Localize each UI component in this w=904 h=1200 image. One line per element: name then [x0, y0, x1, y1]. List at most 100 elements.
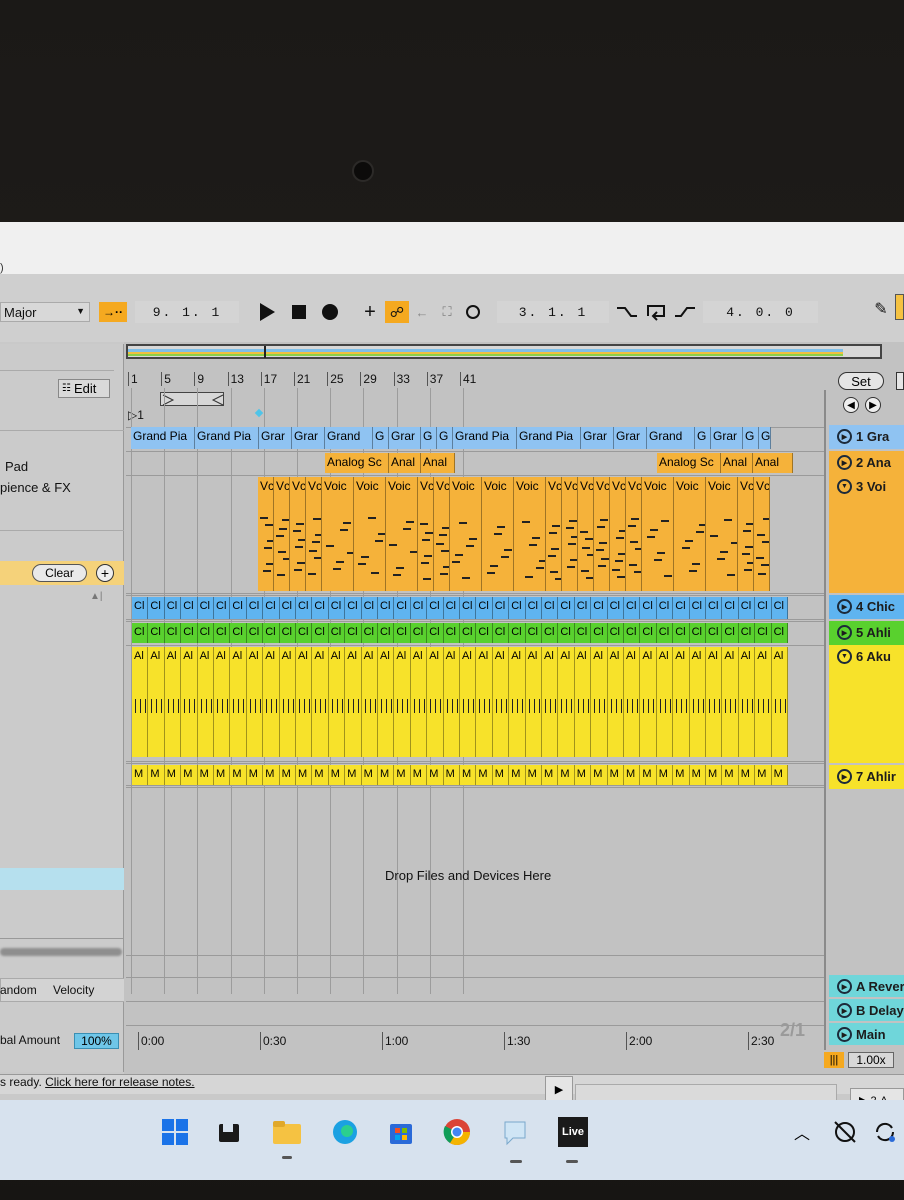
midi-clip[interactable]: Grand Pia: [195, 427, 259, 449]
clip[interactable]: M: [197, 765, 214, 785]
clip[interactable]: Cl: [197, 597, 214, 619]
clip[interactable]: Cl: [607, 597, 624, 619]
clip[interactable]: Al: [427, 647, 444, 757]
midi-clip[interactable]: Vc: [610, 477, 626, 591]
clip[interactable]: Al: [345, 647, 362, 757]
clip[interactable]: Cl: [246, 623, 264, 643]
clip[interactable]: Cl: [689, 597, 706, 619]
midi-clip[interactable]: Vc: [578, 477, 594, 591]
clip[interactable]: Cl: [460, 597, 477, 619]
store-icon[interactable]: [384, 1115, 418, 1149]
clip[interactable]: Cl: [214, 623, 231, 643]
clip[interactable]: Cl: [624, 623, 641, 643]
clip[interactable]: Al: [394, 647, 411, 757]
midi-clip[interactable]: Anal: [389, 453, 421, 473]
midi-clip[interactable]: Voic: [322, 477, 354, 591]
clip[interactable]: Cl: [328, 623, 346, 643]
clip[interactable]: Al: [624, 647, 641, 757]
clip[interactable]: Cl: [181, 623, 198, 643]
clip[interactable]: Al: [673, 647, 690, 757]
midi-clip[interactable]: Vc: [546, 477, 562, 591]
return-track-head[interactable]: ▶ A Rever: [829, 975, 904, 997]
track-fold-icon[interactable]: ▶: [837, 625, 852, 640]
midi-clip[interactable]: Grar: [711, 427, 743, 449]
clip[interactable]: M: [279, 765, 296, 785]
clip[interactable]: M: [460, 765, 477, 785]
track-head[interactable]: ▶ 2 Ana: [829, 451, 904, 475]
clip[interactable]: Al: [689, 647, 706, 757]
midi-clip[interactable]: Voic: [514, 477, 546, 591]
clip[interactable]: Al: [574, 647, 592, 757]
midi-clip[interactable]: Vc: [594, 477, 610, 591]
midi-clip[interactable]: Anal: [753, 453, 793, 473]
clip[interactable]: Cl: [410, 623, 428, 643]
midi-clip[interactable]: Vc: [562, 477, 578, 591]
clip[interactable]: Al: [558, 647, 575, 757]
clip[interactable]: Al: [525, 647, 542, 757]
clip[interactable]: Cl: [722, 597, 739, 619]
clip[interactable]: Cl: [279, 623, 296, 643]
midi-clip[interactable]: Voic: [354, 477, 386, 591]
clip[interactable]: Al: [492, 647, 510, 757]
midi-clip[interactable]: Grar: [389, 427, 421, 449]
release-notes-link[interactable]: Click here for release notes.: [45, 1075, 194, 1089]
clip[interactable]: Cl: [312, 597, 329, 619]
chrome-icon[interactable]: [440, 1115, 474, 1149]
track-head[interactable]: ▼ 6 Aku: [829, 645, 904, 763]
clip[interactable]: Cl: [345, 597, 362, 619]
midi-clip[interactable]: Grand: [647, 427, 695, 449]
clip[interactable]: Cl: [460, 623, 477, 643]
midi-clip[interactable]: Vc: [258, 477, 274, 591]
clip[interactable]: Cl: [345, 623, 362, 643]
clip[interactable]: Cl: [296, 623, 313, 643]
midi-clip[interactable]: Grar: [292, 427, 325, 449]
play-preview-icon[interactable]: ▶: [545, 1076, 573, 1102]
clip[interactable]: M: [542, 765, 559, 785]
clip[interactable]: M: [328, 765, 346, 785]
clip[interactable]: M: [164, 765, 182, 785]
clip[interactable]: Al: [328, 647, 346, 757]
clip[interactable]: Cl: [591, 597, 608, 619]
midi-clip[interactable]: G: [421, 427, 437, 449]
clip[interactable]: Cl: [738, 597, 756, 619]
clip[interactable]: M: [656, 765, 674, 785]
clip[interactable]: Cl: [509, 623, 526, 643]
clip[interactable]: Al: [197, 647, 214, 757]
clip[interactable]: Cl: [542, 623, 559, 643]
clip[interactable]: Cl: [755, 597, 772, 619]
midi-clip[interactable]: G: [759, 427, 771, 449]
clip[interactable]: Cl: [164, 623, 182, 643]
messaging-icon[interactable]: [498, 1115, 532, 1149]
clip[interactable]: Cl: [394, 597, 411, 619]
clip[interactable]: M: [591, 765, 608, 785]
midi-clip[interactable]: Grar: [614, 427, 647, 449]
clip[interactable]: Al: [738, 647, 756, 757]
midi-clip[interactable]: Grand: [325, 427, 373, 449]
midi-clip[interactable]: Grand Pia: [453, 427, 517, 449]
midi-clip[interactable]: Voic: [386, 477, 418, 591]
clip[interactable]: Al: [246, 647, 264, 757]
clip[interactable]: M: [574, 765, 592, 785]
clip[interactable]: Cl: [558, 623, 575, 643]
clip[interactable]: Cl: [361, 597, 378, 619]
clip[interactable]: Cl: [574, 597, 592, 619]
clip[interactable]: Cl: [279, 597, 296, 619]
clip[interactable]: Cl: [132, 597, 149, 619]
clip[interactable]: Cl: [476, 623, 493, 643]
clip[interactable]: M: [312, 765, 329, 785]
file-explorer-icon[interactable]: [270, 1115, 304, 1149]
midi-clip[interactable]: G: [437, 427, 453, 449]
clip[interactable]: Cl: [640, 623, 657, 643]
clip[interactable]: Al: [361, 647, 378, 757]
ableton-live-icon[interactable]: Live: [556, 1115, 590, 1149]
clip[interactable]: M: [689, 765, 706, 785]
clip[interactable]: Cl: [706, 623, 723, 643]
clip[interactable]: Al: [263, 647, 280, 757]
clip[interactable]: Cl: [378, 623, 395, 643]
midi-clip[interactable]: Voic: [450, 477, 482, 591]
clip[interactable]: Cl: [492, 623, 510, 643]
clip[interactable]: Cl: [771, 597, 788, 619]
clip[interactable]: M: [755, 765, 772, 785]
network-off-icon[interactable]: [828, 1115, 862, 1149]
clip[interactable]: M: [476, 765, 493, 785]
